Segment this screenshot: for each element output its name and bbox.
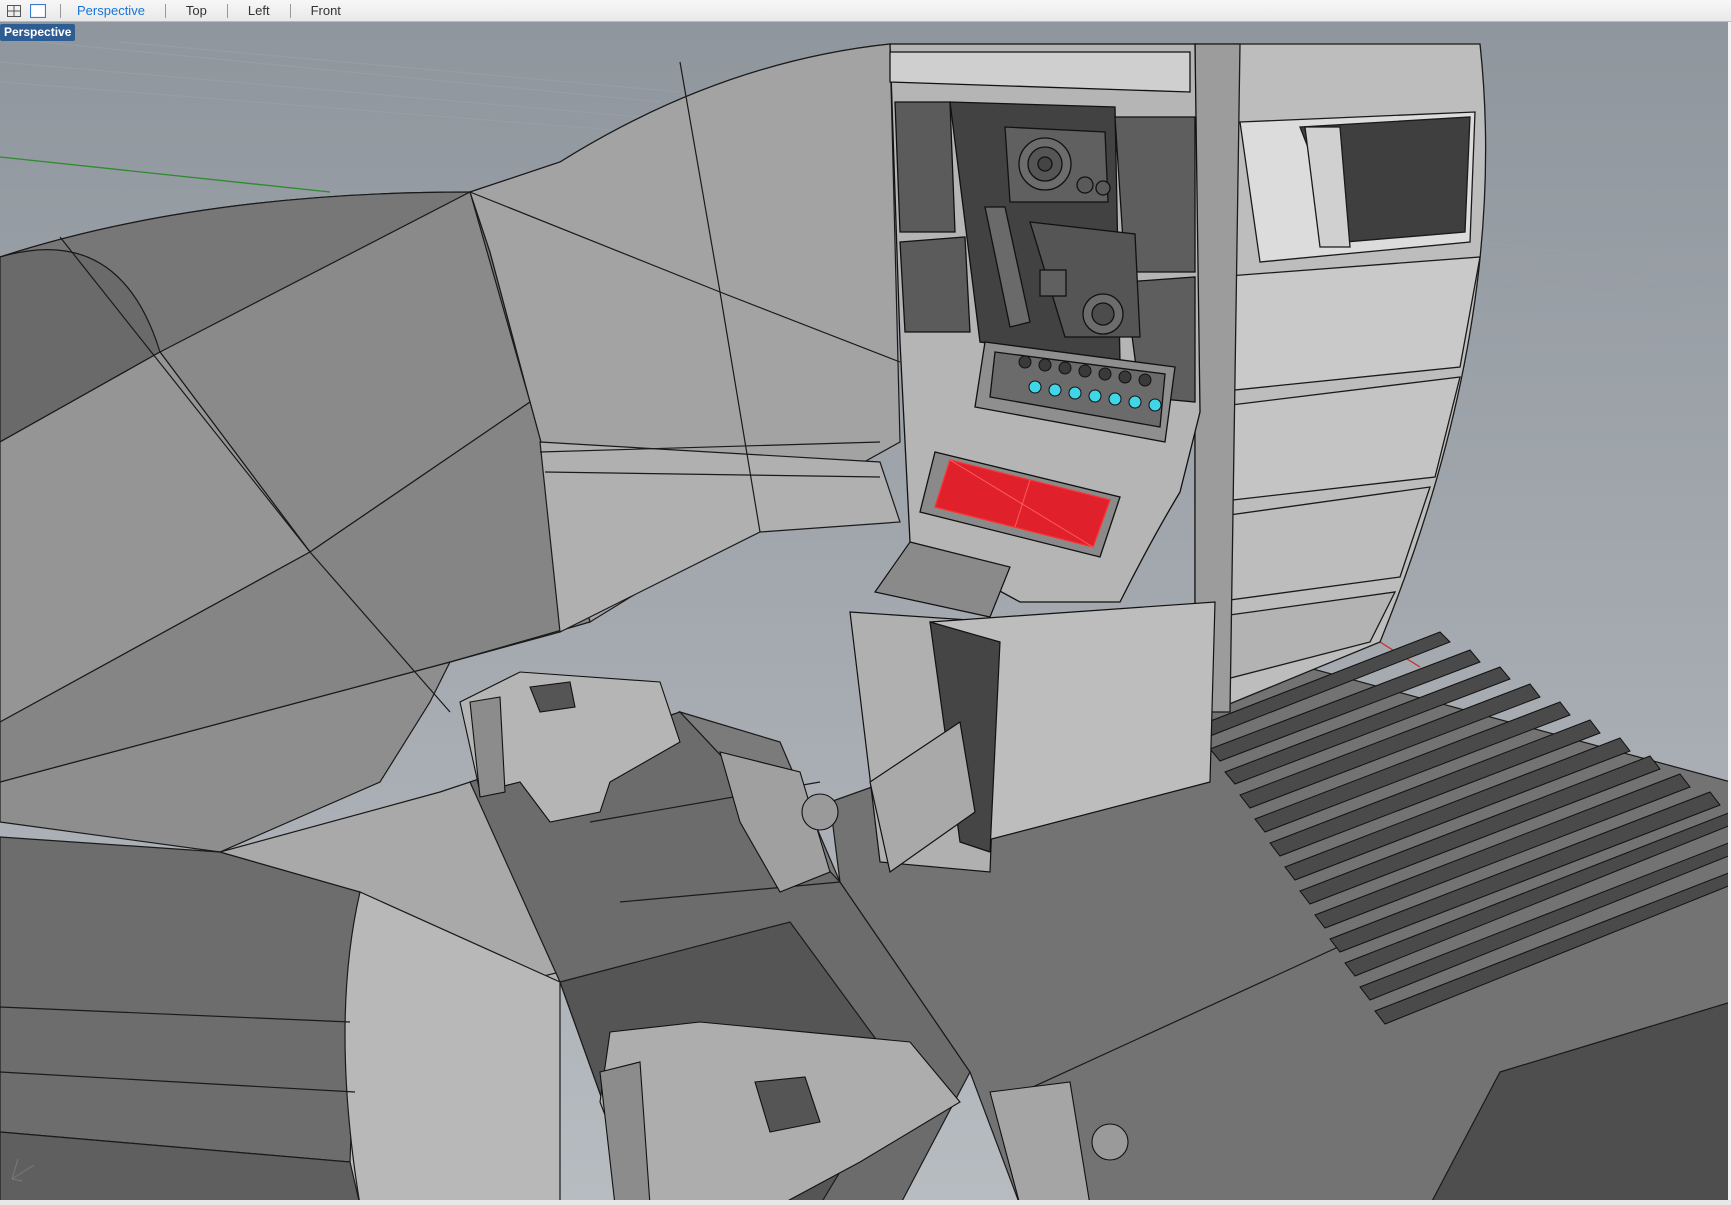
- toolbar-separator: [60, 3, 61, 18]
- viewport-label[interactable]: Perspective: [0, 24, 76, 41]
- cockpit-3d-scene[interactable]: [0, 22, 1731, 1205]
- single-viewport-icon[interactable]: [28, 3, 48, 19]
- tab-separator: [226, 3, 228, 18]
- tab-separator: [164, 3, 166, 18]
- perspective-viewport[interactable]: Perspective: [0, 22, 1731, 1205]
- tab-front[interactable]: Front: [305, 0, 347, 22]
- status-edge: [0, 1200, 1731, 1205]
- four-viewports-icon[interactable]: [4, 3, 24, 19]
- tab-separator: [289, 3, 291, 18]
- viewport-tab-bar: Perspective Top Left Front: [0, 0, 1731, 22]
- world-axis-icon: [11, 1158, 35, 1182]
- tab-left[interactable]: Left: [242, 0, 276, 22]
- tab-top[interactable]: Top: [180, 0, 213, 22]
- tab-perspective[interactable]: Perspective: [71, 0, 151, 22]
